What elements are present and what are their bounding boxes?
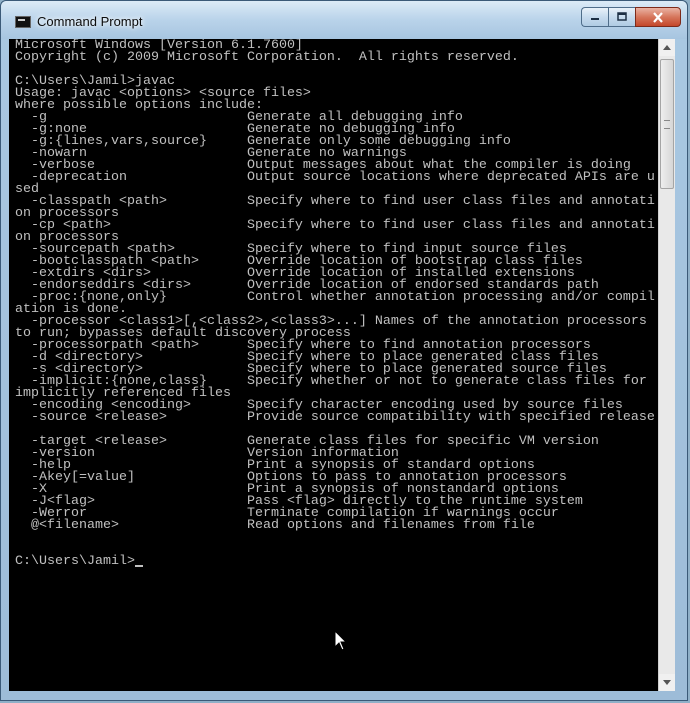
- console-line: Copyright (c) 2009 Microsoft Corporation…: [15, 50, 519, 65]
- vertical-scrollbar[interactable]: [658, 39, 675, 691]
- console-line: -source <release> Provide source compati…: [15, 410, 655, 425]
- console-line: C:\Users\Jamil>: [15, 555, 655, 568]
- text-cursor: [134, 565, 143, 567]
- minimize-icon: [591, 18, 599, 20]
- scroll-up-button[interactable]: [659, 39, 675, 56]
- mouse-pointer-icon: [334, 630, 348, 651]
- window-controls: [581, 7, 681, 28]
- scrollbar-grip: [664, 120, 670, 129]
- maximize-icon: [617, 12, 627, 21]
- window-title: Command Prompt: [37, 14, 143, 29]
- close-icon: [653, 11, 663, 23]
- scroll-up-arrow-icon: [663, 45, 671, 50]
- maximize-button[interactable]: [608, 7, 635, 27]
- console-output-area[interactable]: Microsoft Windows [Version 6.1.7600] Copy…: [9, 39, 658, 691]
- scroll-down-button[interactable]: [659, 674, 675, 691]
- cmd-window-icon[interactable]: [15, 16, 31, 28]
- command-prompt-window: Command Prompt Microsoft Windows [Versio…: [0, 0, 688, 701]
- console-line: -deprecation Output source locations whe…: [15, 170, 655, 185]
- console-text: Microsoft Windows [Version 6.1.7600] Copy…: [15, 39, 655, 568]
- scroll-down-arrow-icon: [663, 680, 671, 685]
- close-button[interactable]: [635, 7, 681, 27]
- minimize-button[interactable]: [581, 7, 608, 27]
- title-bar[interactable]: Command Prompt: [1, 1, 687, 39]
- scrollbar-thumb[interactable]: [660, 59, 674, 189]
- console-line: @<filename> Read options and filenames f…: [15, 518, 535, 533]
